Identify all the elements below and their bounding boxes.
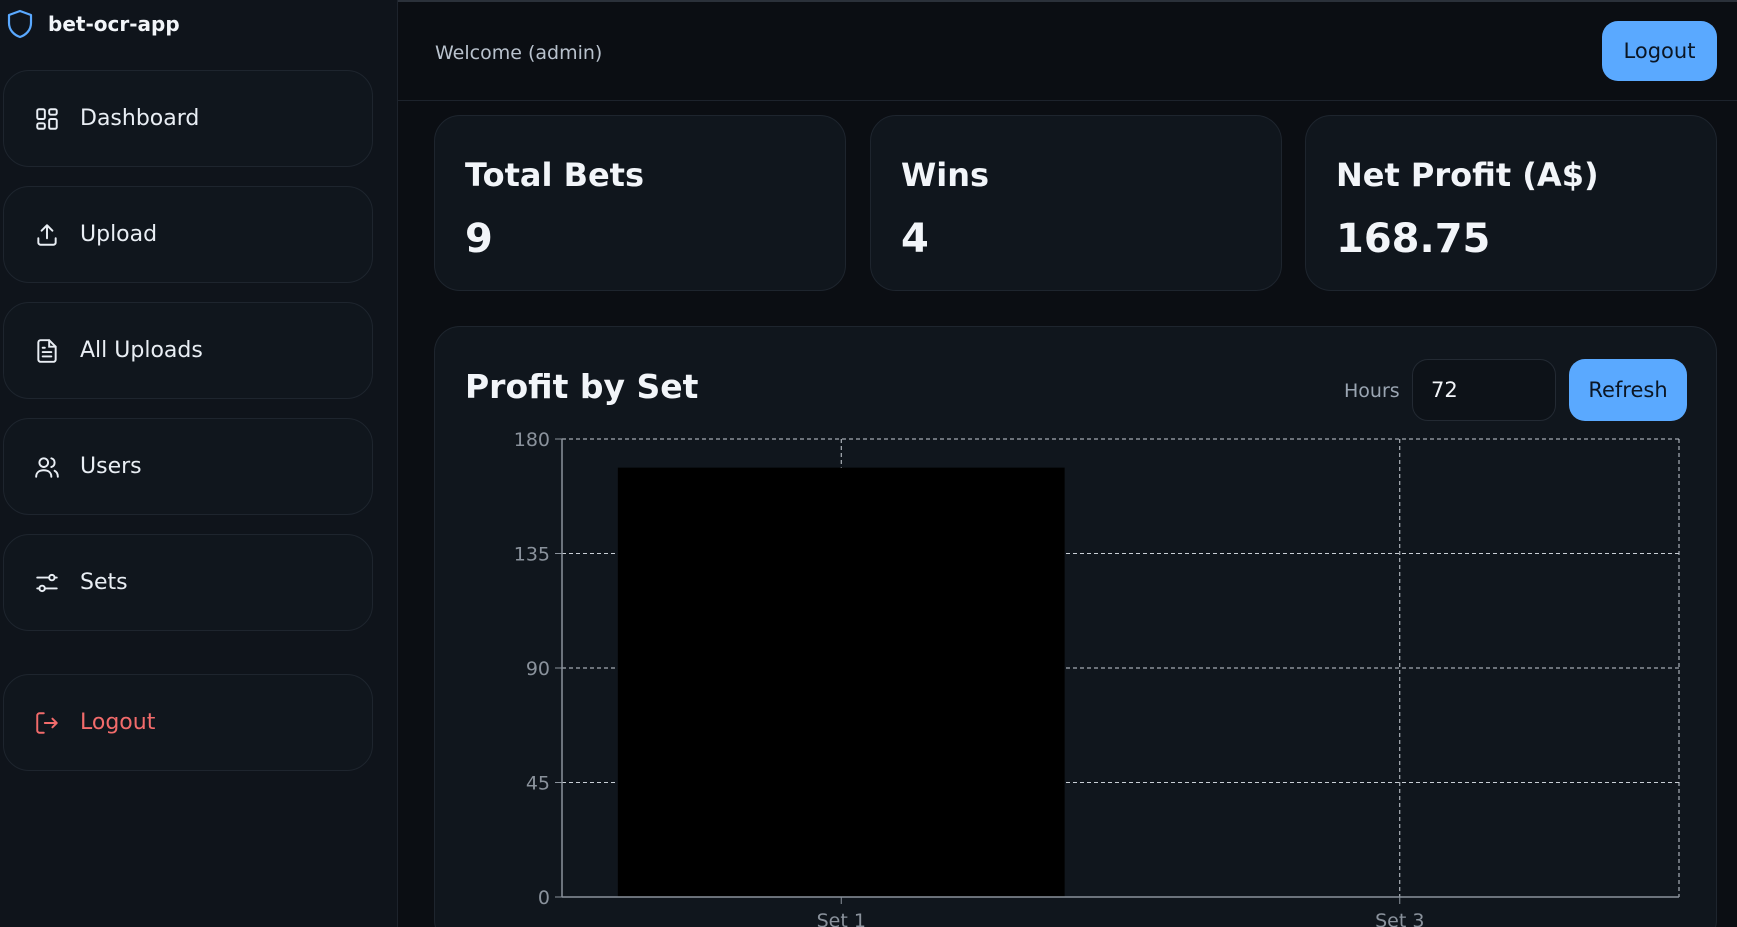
logout-button[interactable]: Logout bbox=[1602, 21, 1717, 81]
chart-bar-set-1 bbox=[617, 467, 1065, 897]
sidebar-item-dashboard[interactable]: Dashboard bbox=[3, 70, 373, 167]
sidebar-item-label: Sets bbox=[80, 570, 128, 595]
y-tick-label: 135 bbox=[514, 544, 550, 566]
sidebar: bet-ocr-app Dashboard Upload All Uploads bbox=[0, 0, 398, 927]
profit-chart-card: Profit by Set Hours Refresh 0 45 90 135 180 S… bbox=[434, 326, 1717, 927]
hours-input[interactable] bbox=[1412, 359, 1556, 421]
refresh-button[interactable]: Refresh bbox=[1569, 359, 1687, 421]
document-icon bbox=[37, 338, 57, 363]
stat-value: 168.75 bbox=[1336, 216, 1491, 262]
x-tick-label: Set 3 bbox=[1375, 910, 1424, 927]
sidebar-item-upload[interactable]: Upload bbox=[3, 186, 373, 283]
stat-value: 4 bbox=[901, 216, 929, 262]
sliders-icon bbox=[36, 573, 58, 592]
welcome-text: Welcome (admin) bbox=[435, 42, 603, 64]
profit-by-set-chart: 0 45 90 135 180 Set 1 Set 3 bbox=[514, 429, 1680, 927]
stat-label: Total Bets bbox=[465, 156, 644, 194]
x-tick-label: Set 1 bbox=[817, 910, 866, 927]
sidebar-item-all-uploads[interactable]: All Uploads bbox=[3, 302, 373, 399]
sidebar-item-label: Upload bbox=[80, 222, 158, 247]
dashboard-icon bbox=[36, 107, 58, 130]
stat-label: Net Profit (A$) bbox=[1336, 156, 1599, 194]
stat-card-total-bets: Total Bets 9 bbox=[434, 115, 846, 291]
users-icon bbox=[35, 456, 59, 478]
y-tick-label: 0 bbox=[538, 887, 550, 909]
app-name: bet-ocr-app bbox=[48, 12, 180, 36]
hours-label: Hours bbox=[1344, 380, 1400, 402]
logout-icon bbox=[36, 711, 58, 734]
sidebar-item-label: Users bbox=[80, 454, 142, 479]
sidebar-item-label: Dashboard bbox=[80, 106, 200, 131]
sidebar-item-sets[interactable]: Sets bbox=[3, 534, 373, 631]
stat-card-net-profit: Net Profit (A$) 168.75 bbox=[1305, 115, 1717, 291]
top-bar: Welcome (admin) Logout bbox=[398, 2, 1737, 101]
y-tick-label: 90 bbox=[526, 658, 550, 680]
y-tick-label: 45 bbox=[526, 773, 550, 795]
sidebar-item-label: All Uploads bbox=[80, 338, 203, 363]
sidebar-item-users[interactable]: Users bbox=[3, 418, 373, 515]
stat-label: Wins bbox=[901, 156, 990, 194]
stat-value: 9 bbox=[465, 216, 493, 262]
brand[interactable]: bet-ocr-app bbox=[6, 8, 180, 40]
chart-title: Profit by Set bbox=[465, 367, 699, 406]
stat-card-wins: Wins 4 bbox=[870, 115, 1282, 291]
y-tick-label: 180 bbox=[514, 429, 550, 451]
shield-icon bbox=[7, 9, 33, 39]
upload-icon bbox=[37, 223, 57, 246]
sidebar-item-label: Logout bbox=[80, 710, 156, 735]
sidebar-item-logout[interactable]: Logout bbox=[3, 674, 373, 771]
